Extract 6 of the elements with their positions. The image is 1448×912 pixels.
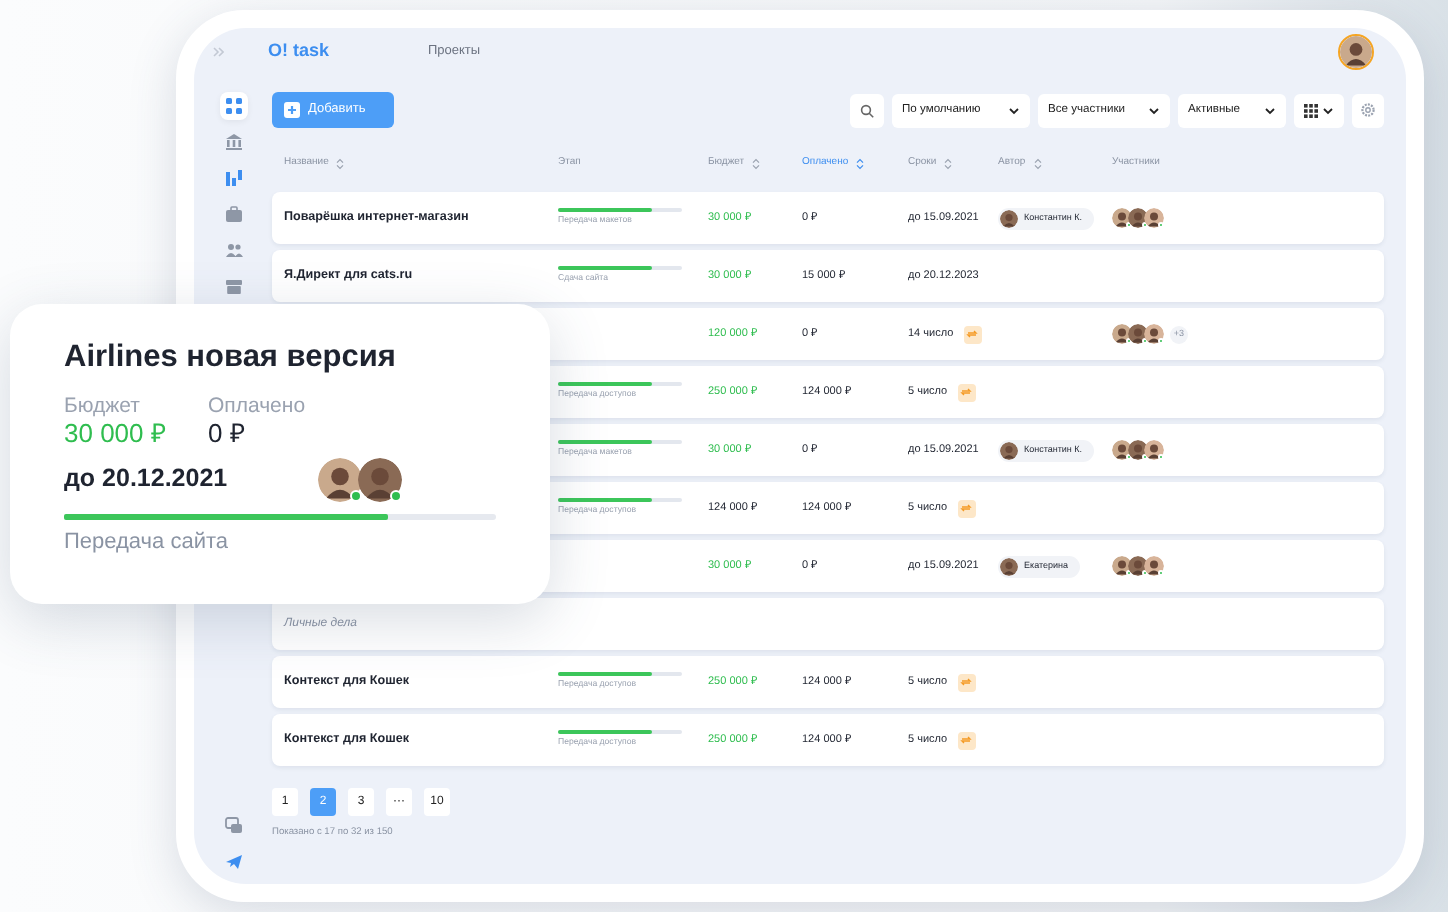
due-date: до 20.12.2021 [64, 462, 230, 497]
stage-label: Передача сайта [64, 527, 231, 558]
paid-value: 0 ₽ [208, 418, 248, 450]
budget-value: 30 000 ₽ [64, 418, 169, 450]
budget-label: Бюджет [64, 393, 142, 419]
logo: O! task [268, 38, 332, 65]
